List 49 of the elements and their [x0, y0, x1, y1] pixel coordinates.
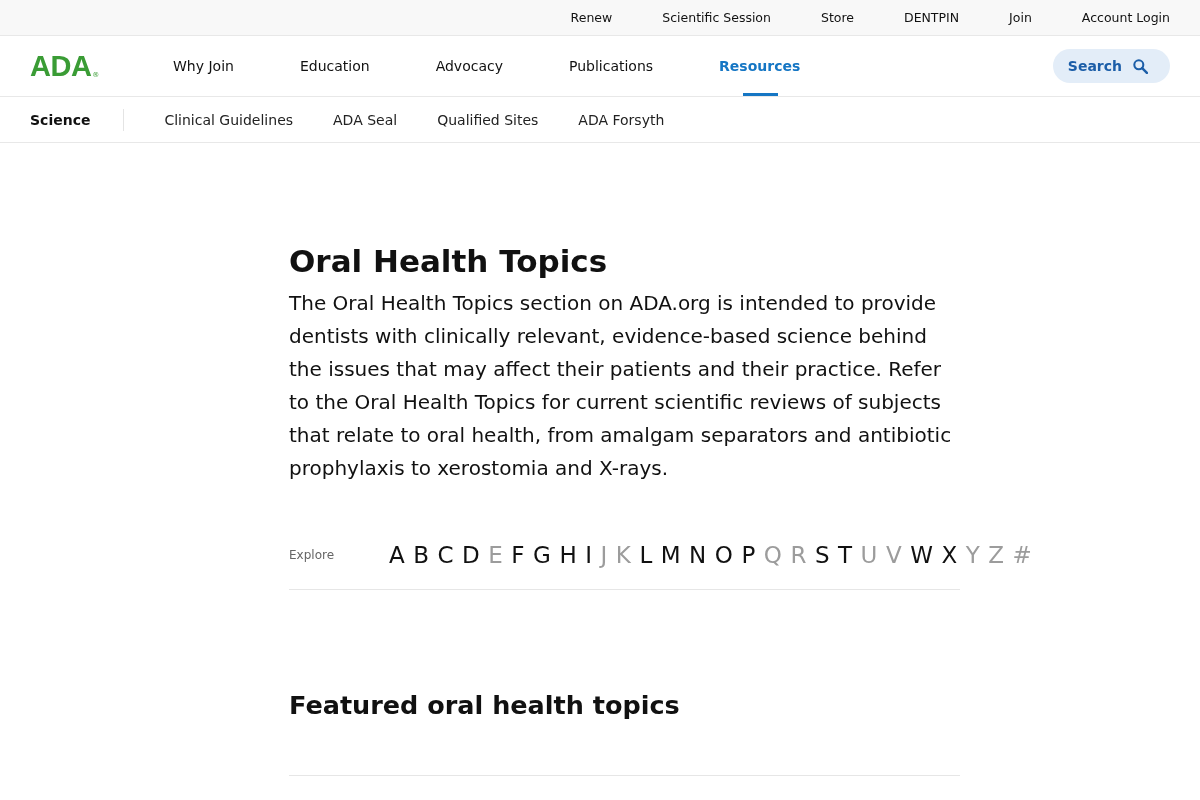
- letter-link[interactable]: B: [413, 541, 429, 569]
- letter-link[interactable]: G: [533, 541, 551, 569]
- letter-link[interactable]: F: [511, 541, 525, 569]
- letter-link[interactable]: D: [462, 541, 480, 569]
- page-title: Oral Health Topics: [289, 242, 609, 281]
- letter-link[interactable]: O: [714, 541, 733, 569]
- letter-link[interactable]: A: [389, 541, 405, 569]
- letter-link: V: [885, 541, 902, 569]
- utility-link[interactable]: Account Login: [1081, 10, 1170, 25]
- subnav-link[interactable]: Qualified Sites: [437, 111, 539, 128]
- letter-link[interactable]: H: [559, 541, 577, 569]
- letter-link[interactable]: M: [660, 541, 681, 569]
- letter-link[interactable]: S: [814, 541, 830, 569]
- search-button[interactable]: Search: [1052, 49, 1170, 83]
- letter-link[interactable]: T: [838, 541, 853, 569]
- letter-link: E: [488, 541, 503, 569]
- section-heading: Featured oral health topics: [289, 689, 681, 722]
- letter-link: #: [1012, 541, 1032, 569]
- subnav-link[interactable]: ADA Forsyth: [578, 111, 665, 128]
- utility-link[interactable]: Store: [820, 10, 854, 25]
- nav-tab[interactable]: Resources: [719, 36, 801, 96]
- nav-tab[interactable]: Education: [299, 36, 370, 96]
- letter-link: J: [600, 541, 608, 569]
- intro-paragraph: The Oral Health Topics section on ADA.org is intended to provide dentists with clinically relevant, evidence-based science behind the issues that may affect their patients and their practice. Refer to the Oral Health Topics for current scientific reviews of subjects that relate to oral health, from amalgam separators and antibiotic prophylaxis to xerostomia and X-rays.: [289, 290, 953, 482]
- letter-link[interactable]: N: [689, 541, 707, 569]
- letter-link[interactable]: W: [910, 541, 933, 569]
- letter-link: K: [615, 541, 631, 569]
- utility-link[interactable]: DENTPIN: [904, 10, 960, 25]
- letter-link[interactable]: X: [941, 541, 958, 569]
- section-title: Science: [30, 111, 91, 128]
- letter-link: U: [860, 541, 878, 569]
- letter-link[interactable]: P: [741, 541, 756, 569]
- letter-link: Z: [988, 541, 1004, 569]
- letter-link: Q: [763, 541, 782, 569]
- nav-tab[interactable]: Advocacy: [435, 36, 503, 96]
- subnav-link[interactable]: Clinical Guidelines: [164, 111, 294, 128]
- nav-tab[interactable]: Publications: [568, 36, 654, 96]
- letter-link[interactable]: I: [585, 541, 592, 569]
- utility-link[interactable]: Renew: [570, 10, 613, 25]
- explore-label: Explore: [289, 548, 336, 562]
- letter-link: Y: [965, 541, 980, 569]
- search-icon: [1133, 58, 1148, 74]
- subnav-link[interactable]: ADA Seal: [333, 111, 398, 128]
- nav-tab[interactable]: Why Join: [173, 36, 234, 96]
- utility-link[interactable]: Scientific Session: [662, 10, 771, 25]
- utility-link[interactable]: Join: [1009, 10, 1032, 25]
- letter-link[interactable]: C: [437, 541, 454, 569]
- letter-link: R: [790, 541, 807, 569]
- letter-link[interactable]: L: [639, 541, 653, 569]
